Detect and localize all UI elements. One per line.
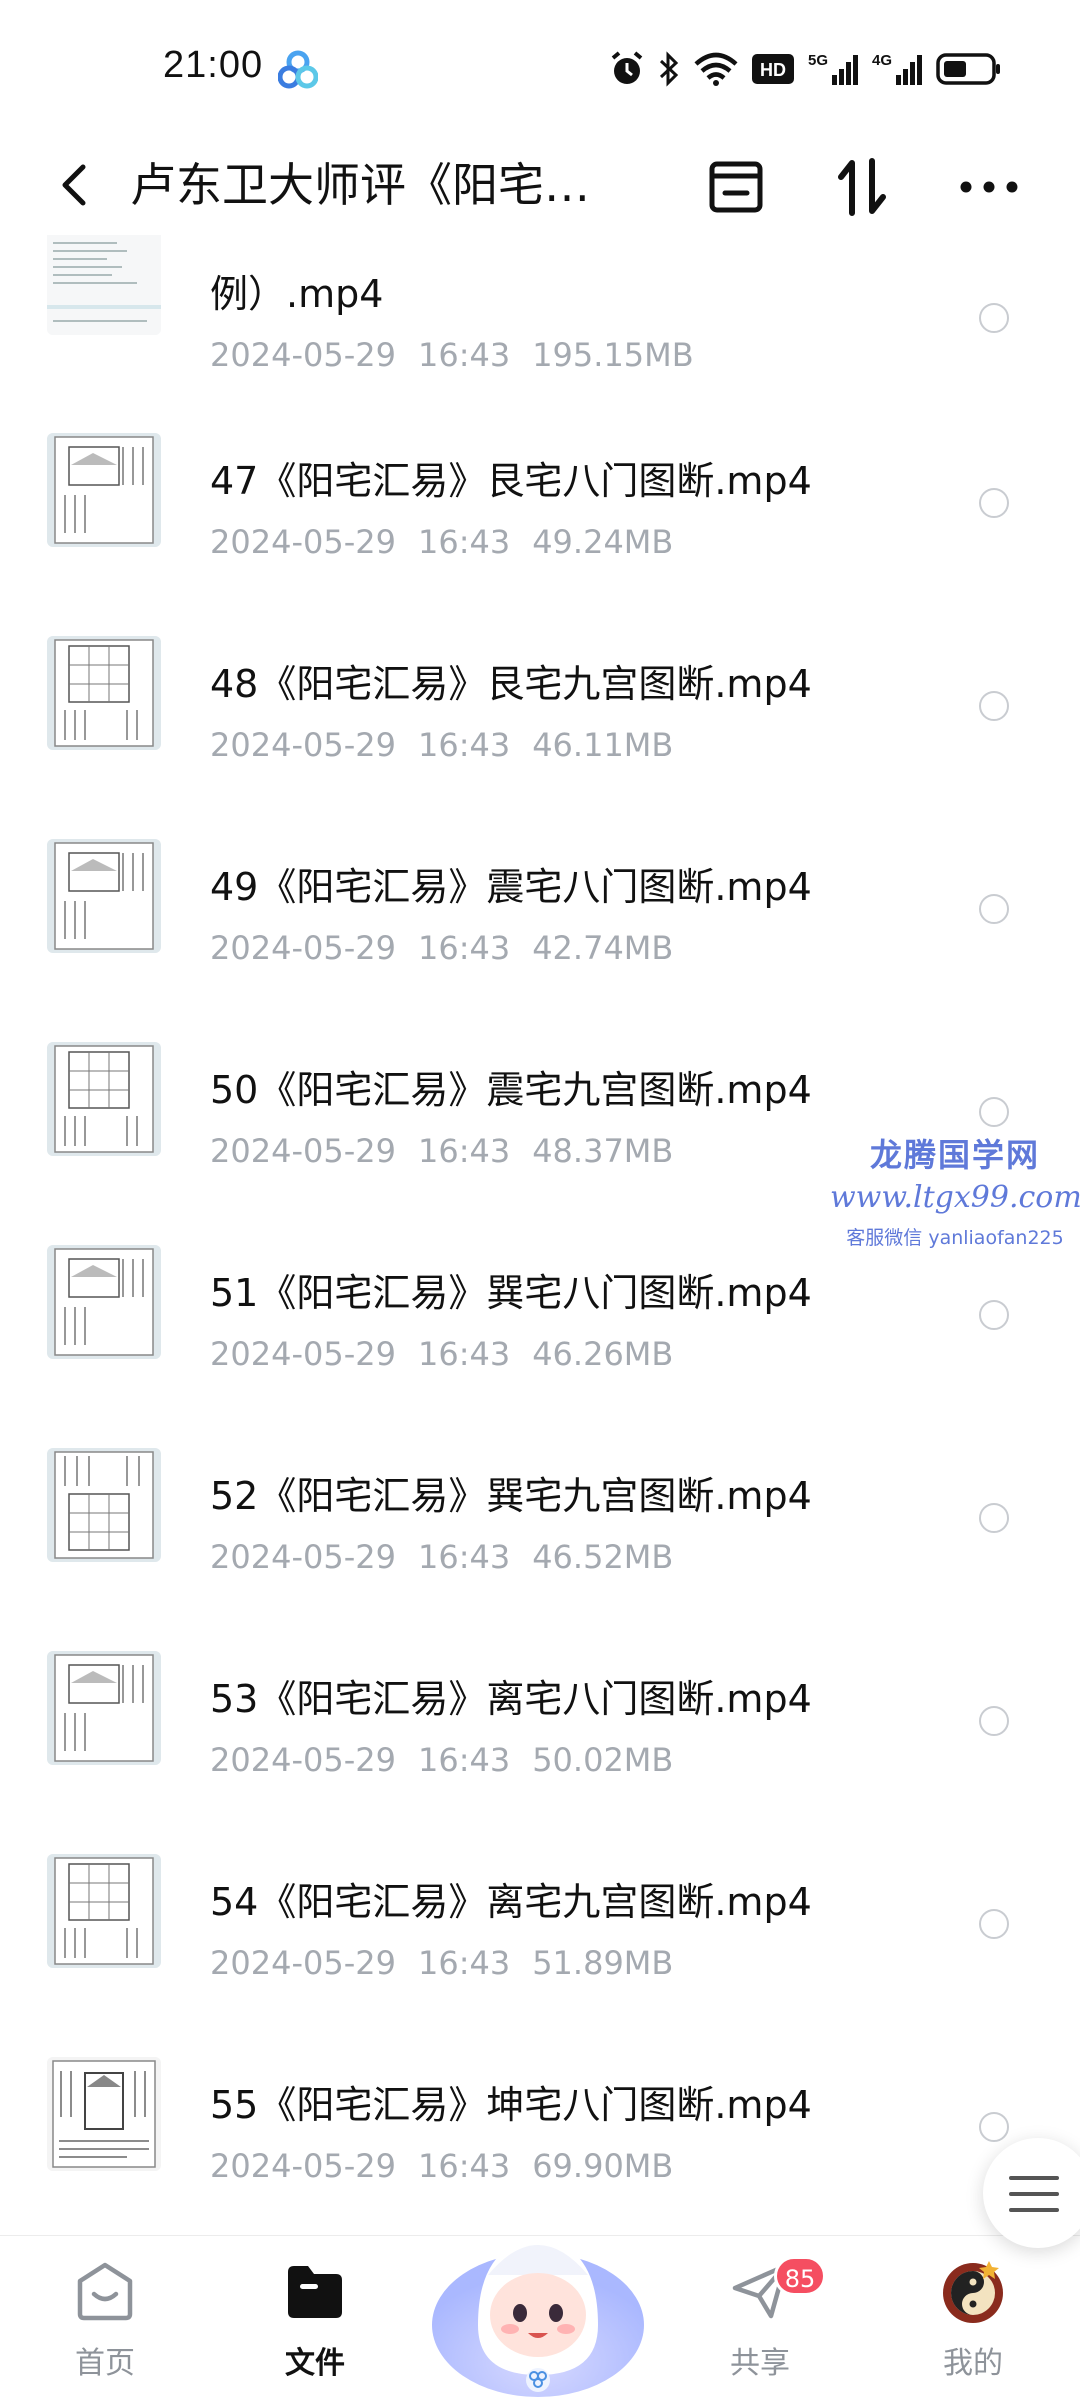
file-row[interactable]: 52《阳宅汇易》巽宅九宫图断.mp4 2024-05-29 16:43 46.52M… <box>0 1403 1080 1606</box>
file-meta: 2024-05-29 16:43 46.11MB <box>210 726 674 764</box>
cloud-app-icon <box>277 50 319 90</box>
video-thumbnail <box>47 1042 161 1156</box>
menu-icon <box>1009 2176 1059 2212</box>
more-icon <box>960 181 1018 193</box>
select-radio[interactable] <box>979 1300 1009 1330</box>
watermark-contact: 客服微信 yanliaofan225 <box>846 1227 1064 1249</box>
avatar-icon <box>903 2256 1043 2326</box>
signal-5g-icon: 5G <box>808 51 858 87</box>
file-row[interactable]: 53《阳宅汇易》离宅八门图断.mp4 2024-05-29 16:43 50.02M… <box>0 1606 1080 1809</box>
file-meta: 2024-05-29 16:43 50.02MB <box>210 1741 674 1779</box>
sort-icon <box>838 158 886 216</box>
share-badge: 85 <box>774 2256 826 2296</box>
file-name: 55《阳宅汇易》坤宅八门图断.mp4 <box>210 2083 812 2127</box>
file-row[interactable]: 48《阳宅汇易》艮宅九宫图断.mp4 2024-05-29 16:43 46.11M… <box>0 591 1080 794</box>
status-icons: HD 5G 4G <box>610 48 1002 90</box>
more-button[interactable] <box>955 153 1023 221</box>
folder-icon <box>245 2256 385 2326</box>
video-thumbnail <box>47 1854 161 1968</box>
video-thumbnail <box>47 235 161 335</box>
select-radio[interactable] <box>979 2112 1009 2142</box>
nav-label-home: 首页 <box>75 2346 135 2381</box>
file-name: 52《阳宅汇易》巽宅九宫图断.mp4 <box>210 1474 812 1518</box>
video-thumbnail <box>47 1245 161 1359</box>
nav-item-share[interactable]: 85 共享 <box>690 2256 830 2382</box>
file-meta: 2024-05-29 16:43 42.74MB <box>210 929 674 967</box>
alarm-icon <box>610 51 644 87</box>
mascot-icon <box>432 2237 644 2397</box>
nav-item-home[interactable]: 首页 <box>35 2256 175 2382</box>
nav-label-files: 文件 <box>285 2346 345 2381</box>
watermark: 龙腾国学网 www.ltgx99.com 客服微信 yanliaofan225 <box>830 1130 1080 1250</box>
file-row[interactable]: 例）.mp4 2024-05-29 16:43 195.15MB <box>0 235 1080 388</box>
title-bar: 卢东卫大师评《阳宅… <box>0 135 1080 235</box>
svg-text:4G: 4G <box>872 52 892 69</box>
status-bar: 21:00 HD 5G 4G <box>0 0 1080 135</box>
select-radio[interactable] <box>979 303 1009 333</box>
archive-icon <box>709 161 763 213</box>
nav-item-files[interactable]: 文件 <box>245 2256 385 2382</box>
file-name: 49《阳宅汇易》震宅八门图断.mp4 <box>210 865 812 909</box>
watermark-title: 龙腾国学网 <box>869 1136 1040 1174</box>
select-radio[interactable] <box>979 691 1009 721</box>
nav-label-mine: 我的 <box>943 2346 1003 2381</box>
svg-text:HD: HD <box>760 60 786 80</box>
file-meta: 2024-05-29 16:43 46.52MB <box>210 1538 674 1576</box>
wifi-icon <box>694 52 738 86</box>
file-row[interactable]: 54《阳宅汇易》离宅九宫图断.mp4 2024-05-29 16:43 51.89M… <box>0 1809 1080 2012</box>
select-radio[interactable] <box>979 1909 1009 1939</box>
back-button[interactable] <box>44 155 104 215</box>
file-name: 51《阳宅汇易》巽宅八门图断.mp4 <box>210 1271 812 1315</box>
file-name: 53《阳宅汇易》离宅八门图断.mp4 <box>210 1677 812 1721</box>
status-time: 21:00 <box>163 44 264 86</box>
file-row[interactable]: 49《阳宅汇易》震宅八门图断.mp4 2024-05-29 16:43 42.74M… <box>0 794 1080 997</box>
file-name: 例）.mp4 <box>210 272 384 316</box>
file-meta: 2024-05-29 16:43 48.37MB <box>210 1132 674 1170</box>
file-meta: 2024-05-29 16:43 46.26MB <box>210 1335 674 1373</box>
select-radio[interactable] <box>979 894 1009 924</box>
file-meta: 2024-05-29 16:43 49.24MB <box>210 523 674 561</box>
nav-item-mine[interactable]: 我的 <box>903 2256 1043 2382</box>
home-icon <box>35 2256 175 2326</box>
video-thumbnail <box>47 636 161 750</box>
watermark-url: www.ltgx99.com <box>830 1180 1080 1215</box>
file-name: 47《阳宅汇易》艮宅八门图断.mp4 <box>210 459 812 503</box>
back-icon <box>62 164 86 206</box>
sort-button[interactable] <box>828 153 896 221</box>
svg-text:5G: 5G <box>808 52 828 69</box>
signal-4g-icon: 4G <box>872 51 922 87</box>
video-thumbnail <box>47 2057 161 2171</box>
select-radio[interactable] <box>979 1503 1009 1533</box>
file-meta: 2024-05-29 16:43 195.15MB <box>210 336 694 374</box>
hd-icon: HD <box>752 54 794 84</box>
video-thumbnail <box>47 839 161 953</box>
video-thumbnail <box>47 1448 161 1562</box>
select-radio[interactable] <box>979 488 1009 518</box>
file-name: 48《阳宅汇易》艮宅九宫图断.mp4 <box>210 662 812 706</box>
nav-label-share: 共享 <box>730 2346 790 2381</box>
select-radio[interactable] <box>979 1706 1009 1736</box>
file-name: 54《阳宅汇易》离宅九宫图断.mp4 <box>210 1880 812 1924</box>
assistant-mascot-button[interactable] <box>428 2175 648 2400</box>
select-radio[interactable] <box>979 1097 1009 1127</box>
file-meta: 2024-05-29 16:43 51.89MB <box>210 1944 674 1982</box>
battery-icon <box>936 53 1002 85</box>
file-row[interactable]: 47《阳宅汇易》艮宅八门图断.mp4 2024-05-29 16:43 49.24M… <box>0 388 1080 591</box>
archive-button[interactable] <box>702 153 770 221</box>
video-thumbnail <box>47 1651 161 1765</box>
video-thumbnail <box>47 433 161 547</box>
page-title: 卢东卫大师评《阳宅… <box>130 158 590 212</box>
bluetooth-icon <box>658 51 680 87</box>
file-name: 50《阳宅汇易》震宅九宫图断.mp4 <box>210 1068 812 1112</box>
